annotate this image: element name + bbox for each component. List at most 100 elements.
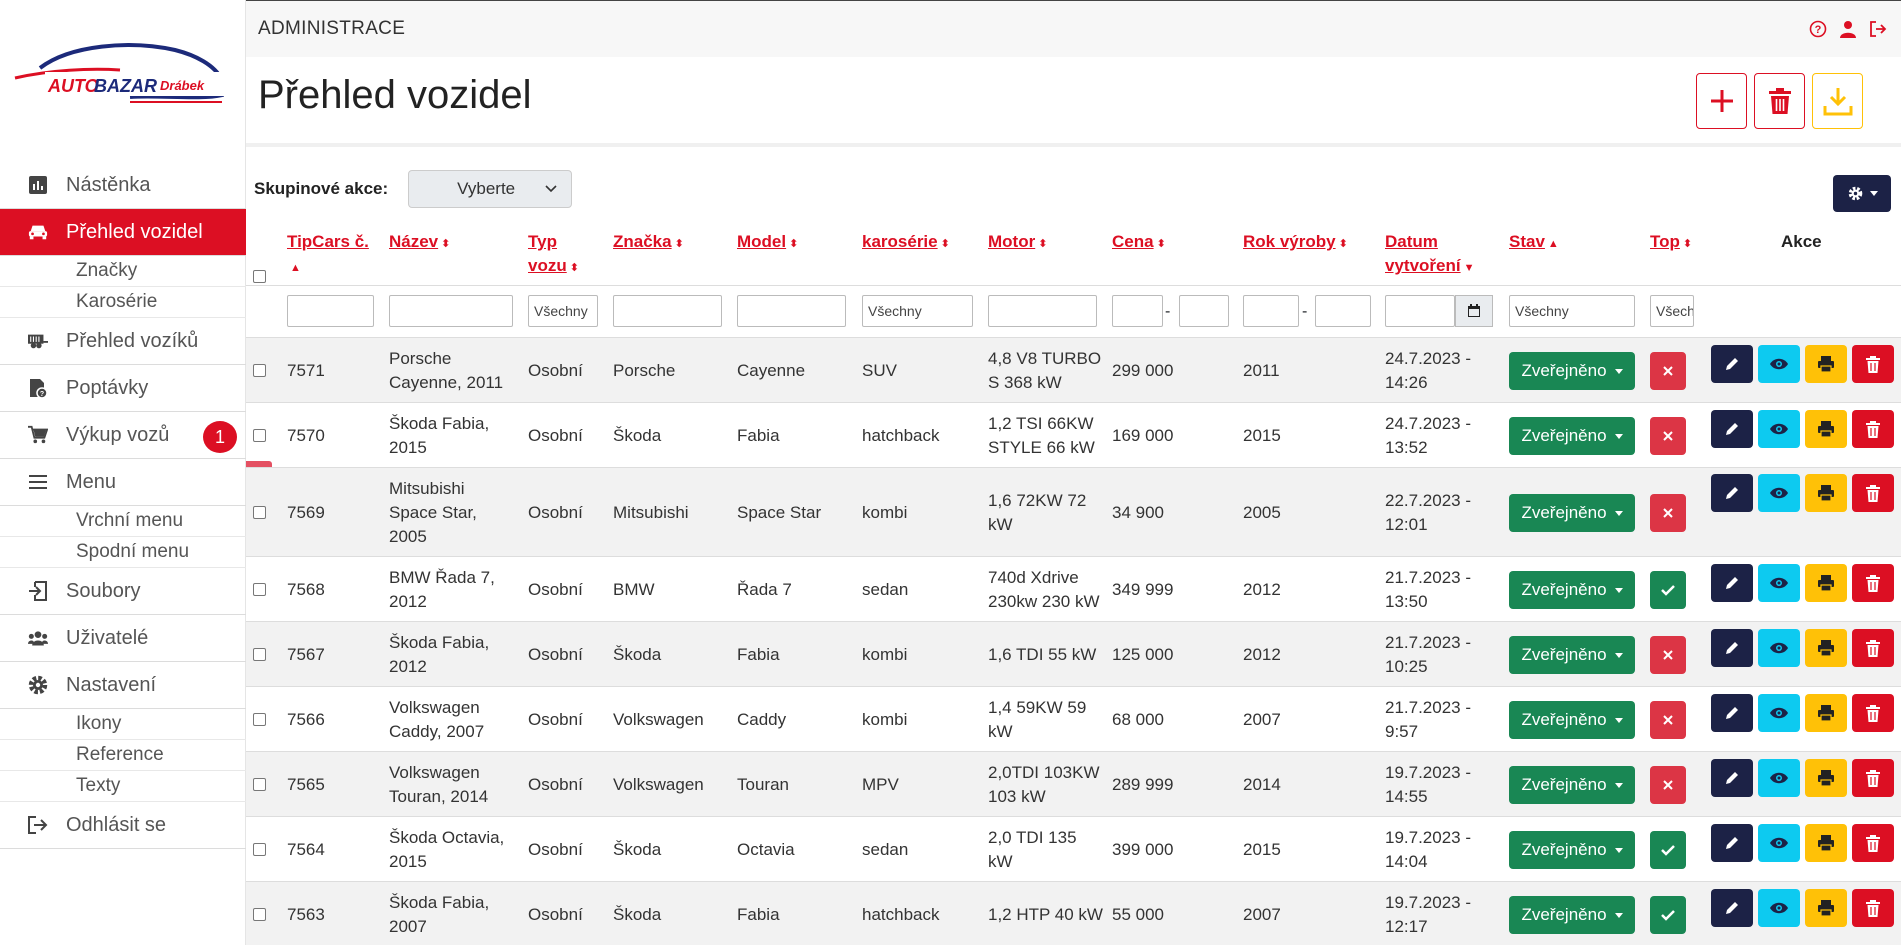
- print-button[interactable]: [1805, 694, 1847, 732]
- view-button[interactable]: [1758, 759, 1800, 797]
- edit-button[interactable]: [1711, 629, 1753, 667]
- status-dropdown[interactable]: Zveřejněno: [1509, 571, 1635, 609]
- top-toggle-button[interactable]: [1650, 766, 1686, 804]
- view-button[interactable]: [1758, 474, 1800, 512]
- edit-button[interactable]: [1711, 345, 1753, 383]
- status-dropdown[interactable]: Zveřejněno: [1509, 636, 1635, 674]
- filter-motor[interactable]: [988, 295, 1097, 327]
- top-toggle-button[interactable]: [1650, 896, 1686, 934]
- sidebar-subitem[interactable]: Reference: [0, 740, 246, 771]
- print-button[interactable]: [1805, 410, 1847, 448]
- header-nazev[interactable]: Název ⬍: [389, 230, 450, 256]
- filter-datum-calendar[interactable]: [1455, 295, 1493, 327]
- sidebar-subitem[interactable]: Spodní menu: [0, 537, 246, 568]
- group-actions-select[interactable]: Vyberte: [408, 170, 573, 208]
- sidebar-subitem[interactable]: Značky: [0, 256, 246, 287]
- print-button[interactable]: [1805, 759, 1847, 797]
- sidebar-item[interactable]: Přehled vozíků: [0, 318, 246, 365]
- header-datum[interactable]: Datum vytvoření ▼: [1385, 230, 1474, 280]
- filter-rok-from[interactable]: [1243, 295, 1299, 327]
- sidebar-item[interactable]: Odhlásit se: [0, 802, 246, 849]
- delete-button[interactable]: [1852, 759, 1894, 797]
- edit-button[interactable]: [1711, 889, 1753, 927]
- status-dropdown[interactable]: Zveřejněno: [1509, 494, 1635, 532]
- sidebar-item[interactable]: Přehled vozidel: [0, 209, 246, 256]
- sidebar-subitem[interactable]: Vrchní menu: [0, 506, 246, 537]
- sidebar-subitem[interactable]: Ikony: [0, 709, 246, 740]
- edit-button[interactable]: [1711, 410, 1753, 448]
- filter-top[interactable]: Všechn: [1650, 295, 1694, 327]
- header-model[interactable]: Model ⬍: [737, 230, 798, 256]
- status-dropdown[interactable]: Zveřejněno: [1509, 417, 1635, 455]
- filter-cena-to[interactable]: [1179, 295, 1229, 327]
- header-top[interactable]: Top ⬍: [1650, 230, 1692, 256]
- delete-button[interactable]: [1852, 345, 1894, 383]
- row-checkbox[interactable]: [253, 583, 266, 596]
- view-button[interactable]: [1758, 889, 1800, 927]
- row-checkbox[interactable]: [253, 778, 266, 791]
- view-button[interactable]: [1758, 410, 1800, 448]
- view-button[interactable]: [1758, 694, 1800, 732]
- row-checkbox[interactable]: [253, 429, 266, 442]
- filter-rok-to[interactable]: [1315, 295, 1371, 327]
- row-checkbox[interactable]: [253, 908, 266, 921]
- top-toggle-button[interactable]: [1650, 352, 1686, 390]
- view-button[interactable]: [1758, 345, 1800, 383]
- sidebar-item[interactable]: Nastavení: [0, 662, 246, 709]
- filter-karoserie[interactable]: Všechny: [862, 295, 973, 327]
- delete-button[interactable]: [1852, 824, 1894, 862]
- row-checkbox[interactable]: [253, 506, 266, 519]
- print-button[interactable]: [1805, 629, 1847, 667]
- edit-button[interactable]: [1711, 824, 1753, 862]
- column-settings-button[interactable]: [1833, 175, 1891, 212]
- sidebar-item[interactable]: Výkup vozů 1: [0, 412, 246, 459]
- row-checkbox[interactable]: [253, 648, 266, 661]
- row-checkbox[interactable]: [253, 713, 266, 726]
- user-icon[interactable]: [1839, 20, 1857, 38]
- delete-button[interactable]: [1852, 564, 1894, 602]
- add-vehicle-button[interactable]: [1696, 73, 1747, 129]
- sidebar-item[interactable]: ? Poptávky: [0, 365, 246, 412]
- sidebar-item[interactable]: Menu: [0, 459, 246, 506]
- print-button[interactable]: [1805, 474, 1847, 512]
- status-dropdown[interactable]: Zveřejněno: [1509, 701, 1635, 739]
- delete-button[interactable]: [1852, 410, 1894, 448]
- sidebar-subitem[interactable]: Karosérie: [0, 287, 246, 318]
- logo[interactable]: AUTO BAZAR Drábek: [0, 0, 245, 145]
- edit-button[interactable]: [1711, 694, 1753, 732]
- top-toggle-button[interactable]: [1650, 701, 1686, 739]
- header-motor[interactable]: Motor ⬍: [988, 230, 1047, 256]
- print-button[interactable]: [1805, 824, 1847, 862]
- edit-button[interactable]: [1711, 564, 1753, 602]
- header-znacka[interactable]: Značka ⬍: [613, 230, 684, 256]
- header-tipcars[interactable]: TipCars č. ▲: [287, 230, 369, 280]
- delete-button[interactable]: [1852, 694, 1894, 732]
- filter-stav[interactable]: Všechny: [1509, 295, 1635, 327]
- delete-button[interactable]: [1852, 629, 1894, 667]
- filter-typ[interactable]: Všechny: [528, 295, 598, 327]
- top-toggle-button[interactable]: [1650, 494, 1686, 532]
- top-toggle-button[interactable]: [1650, 636, 1686, 674]
- filter-cena-from[interactable]: [1112, 295, 1163, 327]
- view-button[interactable]: [1758, 564, 1800, 602]
- edit-button[interactable]: [1711, 474, 1753, 512]
- row-checkbox[interactable]: [253, 364, 266, 377]
- header-karoserie[interactable]: karosérie ⬍: [862, 230, 950, 256]
- print-button[interactable]: [1805, 345, 1847, 383]
- export-button[interactable]: [1812, 73, 1863, 129]
- delete-button[interactable]: [1852, 889, 1894, 927]
- filter-datum[interactable]: [1385, 295, 1455, 327]
- select-all-checkbox[interactable]: [253, 270, 266, 283]
- header-rok[interactable]: Rok výroby ⬍: [1243, 230, 1348, 256]
- delete-button[interactable]: [1852, 474, 1894, 512]
- delete-selected-button[interactable]: [1754, 73, 1805, 129]
- view-button[interactable]: [1758, 824, 1800, 862]
- filter-znacka[interactable]: [613, 295, 722, 327]
- row-checkbox[interactable]: [253, 843, 266, 856]
- top-toggle-button[interactable]: [1650, 831, 1686, 869]
- sidebar-item[interactable]: Uživatelé: [0, 615, 246, 662]
- filter-model[interactable]: [737, 295, 846, 327]
- top-toggle-button[interactable]: [1650, 417, 1686, 455]
- print-button[interactable]: [1805, 889, 1847, 927]
- header-stav[interactable]: Stav ▲: [1509, 230, 1559, 256]
